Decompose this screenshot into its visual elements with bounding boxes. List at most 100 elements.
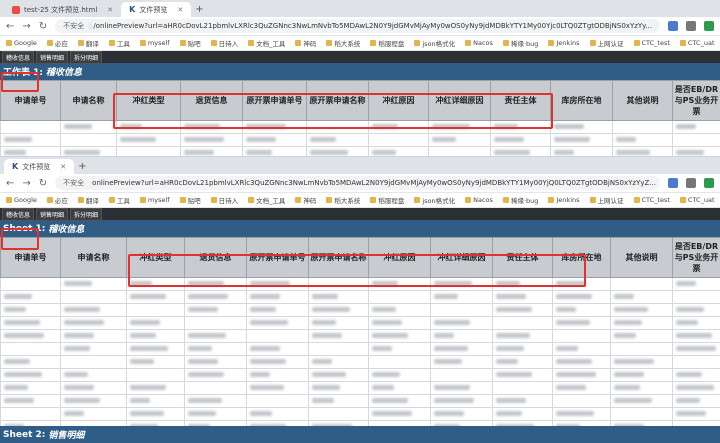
new-tab-icon[interactable]: + — [195, 4, 203, 15]
redacted-cell — [60, 342, 127, 356]
bookmark-item[interactable]: CTC_uat — [679, 39, 715, 47]
bookmark-item[interactable]: 翻译 — [77, 38, 99, 48]
bookmark-item[interactable]: 日待入 — [210, 195, 238, 205]
sheet-tab[interactable]: 稽收信息 — [2, 50, 35, 64]
extension-icon[interactable] — [686, 21, 696, 31]
url-field[interactable]: 不安全 onlinePreview?url=aHR0cDovL21pbmlvLX… — [55, 176, 660, 190]
redacted-cell — [126, 277, 185, 291]
browser-tab[interactable]: test-25 文件预览.html ✕ — [4, 2, 121, 17]
redacted-text — [496, 359, 518, 364]
close-tab-icon[interactable]: ✕ — [107, 6, 113, 14]
bookmark-item[interactable]: CTC_test — [633, 196, 670, 204]
redacted-text — [434, 385, 470, 390]
bookmark-item[interactable]: 必应 — [46, 195, 68, 205]
bookmark-item[interactable]: 稻大系统 — [326, 195, 360, 205]
bookmark-item[interactable]: 神码 — [295, 195, 316, 205]
bookmark-item[interactable]: Google — [6, 39, 37, 47]
redacted-text — [434, 398, 474, 403]
bookmark-item[interactable]: CTC_uat — [679, 196, 715, 204]
bookmark-item[interactable]: 贴吧 — [179, 38, 201, 48]
redacted-cell — [246, 407, 309, 421]
reload-icon[interactable]: ↻ — [39, 21, 47, 32]
sheet-tab[interactable]: 销售明细 — [36, 207, 69, 221]
redacted-text — [312, 294, 338, 299]
forward-icon[interactable]: → — [22, 178, 30, 189]
new-tab-icon[interactable]: + — [78, 161, 86, 172]
redacted-cell — [308, 368, 369, 382]
bookmark-item[interactable]: 稻服程盘 — [370, 38, 404, 48]
redacted-cell — [308, 316, 369, 330]
bookmark-item[interactable]: 上网认证 — [589, 38, 624, 48]
bookmark-item[interactable]: json格式化 — [414, 38, 455, 48]
forward-icon[interactable]: → — [22, 21, 30, 32]
browser-tab-active[interactable]: K 文件预览 ✕ — [121, 2, 192, 17]
bookmark-item[interactable]: Nacos — [465, 39, 493, 47]
redacted-cell — [184, 277, 247, 291]
bookmarks-bar: Google 必应 翻译 工具 myself 贴吧 日待入 文档_工具 神码 稻大系统 稻服程盘 js… — [0, 193, 720, 208]
redacted-text — [496, 307, 532, 312]
sheet-tab[interactable]: 稽收信息 — [2, 207, 35, 221]
redacted-cell — [610, 355, 673, 369]
extension-icon[interactable] — [668, 21, 678, 31]
bookmark-item[interactable]: 上网认证 — [589, 195, 624, 205]
extension-icon[interactable] — [668, 178, 678, 188]
bookmark-item[interactable]: 工具 — [108, 195, 130, 205]
redacted-host — [90, 22, 92, 30]
bookmark-item[interactable]: 日待入 — [210, 38, 238, 48]
redacted-cell — [0, 407, 61, 421]
bookmark-item[interactable]: 工具 — [108, 38, 130, 48]
bookmark-item[interactable]: Nacos — [465, 196, 493, 204]
redacted-cell — [368, 303, 431, 317]
close-tab-icon[interactable]: ✕ — [177, 6, 183, 14]
redacted-cell — [184, 290, 247, 304]
bookmark-item[interactable]: CTC_test — [633, 39, 670, 47]
sheet-tab[interactable]: 拆分明细 — [70, 50, 103, 64]
folder-icon — [248, 40, 255, 46]
browser-tab-active[interactable]: K 文件预览 ✕ — [4, 159, 75, 174]
bookmark-item[interactable]: myself — [139, 196, 170, 204]
extension-icon[interactable] — [704, 21, 714, 31]
bookmark-item[interactable]: 必应 — [46, 38, 68, 48]
sheet-tab[interactable]: 拆分明细 — [70, 207, 103, 221]
close-tab-icon[interactable]: ✕ — [60, 163, 66, 171]
table-row — [0, 381, 720, 395]
column-header: 是否EB/DR与PS业务开票 — [672, 237, 720, 278]
redacted-text — [372, 346, 392, 351]
folder-icon — [139, 197, 146, 203]
reload-icon[interactable]: ↻ — [39, 178, 47, 189]
redacted-text — [64, 385, 94, 390]
redacted-text — [614, 359, 654, 364]
bookmark-item[interactable]: 文档_工具 — [248, 38, 285, 48]
bookmark-item[interactable]: 翻译 — [77, 195, 99, 205]
sheet-tab[interactable]: 销售明细 — [36, 50, 69, 64]
back-icon[interactable]: ← — [6, 21, 14, 32]
bookmark-item[interactable]: json格式化 — [414, 195, 455, 205]
redacted-text — [184, 150, 214, 155]
redacted-cell — [492, 277, 553, 291]
redacted-text — [496, 398, 526, 403]
extension-icon[interactable] — [704, 178, 714, 188]
bookmark-item[interactable]: myself — [139, 39, 170, 47]
bookmark-item[interactable]: 稀缘·bug — [502, 195, 538, 205]
sheet-title: 稽收信息 — [46, 68, 83, 78]
redacted-cell — [184, 342, 247, 356]
redacted-text — [434, 281, 472, 286]
column-header: 原开票申请单号 — [246, 237, 309, 278]
bookmark-item[interactable]: 贴吧 — [179, 195, 201, 205]
url-field[interactable]: 不安全 /onlinePreview?url=aHR0cDovL21pbmlvL… — [55, 19, 660, 33]
bookmark-item[interactable]: 稻服程盘 — [370, 195, 404, 205]
redacted-text — [4, 320, 40, 325]
extension-icon[interactable] — [686, 178, 696, 188]
bookmark-item[interactable]: 神码 — [295, 38, 316, 48]
bookmark-item[interactable]: 稻大系统 — [326, 38, 360, 48]
back-icon[interactable]: ← — [6, 178, 14, 189]
redacted-cell — [308, 355, 369, 369]
bookmark-item[interactable]: Jenkins — [548, 39, 580, 47]
bookmark-item[interactable]: Google — [6, 196, 37, 204]
redacted-cell — [368, 329, 431, 343]
bookmark-item[interactable]: 稀缘·bug — [502, 38, 538, 48]
bookmark-item[interactable]: 文档_工具 — [248, 195, 285, 205]
column-header: 其他说明 — [612, 80, 673, 121]
redacted-cell — [672, 133, 720, 147]
bookmark-item[interactable]: Jenkins — [548, 196, 580, 204]
